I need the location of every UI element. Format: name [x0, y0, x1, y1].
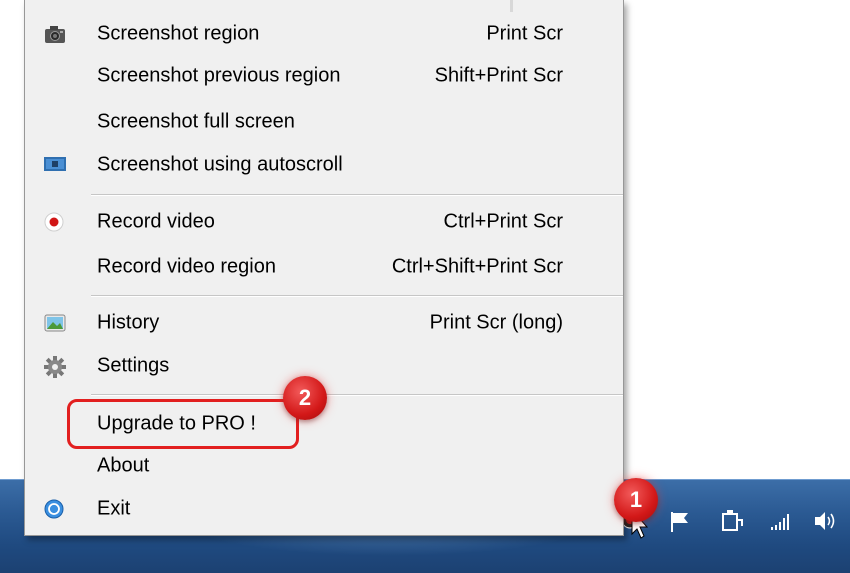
gear-icon [43, 355, 66, 378]
menu-item-shortcut: Shift+Print Scr [434, 64, 563, 87]
signal-icon[interactable] [770, 512, 796, 535]
flag-icon[interactable] [668, 510, 692, 537]
menu-item-record-video[interactable]: Record video Ctrl+Print Scr [25, 204, 625, 240]
exit-icon [43, 498, 65, 520]
menu-item-label: Screenshot full screen [97, 110, 295, 133]
menu-item-screenshot-previous-region[interactable]: Screenshot previous region Shift+Print S… [25, 58, 625, 94]
menu-item-screenshot-region[interactable]: Screenshot region Print Scr [25, 16, 625, 52]
menu-item-label: Screenshot using autoscroll [97, 153, 343, 176]
menu-item-label: Record video region [97, 255, 276, 278]
upgrade-highlight-box [67, 399, 299, 449]
window-edge-fragment [510, 0, 513, 12]
menu-item-screenshot-autoscroll[interactable]: Screenshot using autoscroll [25, 147, 625, 183]
annotation-badge-2: 2 [283, 376, 327, 420]
menu-separator [91, 295, 623, 297]
menu-item-label: Exit [97, 497, 131, 520]
menu-item-screenshot-full-screen[interactable]: Screenshot full screen [25, 104, 625, 140]
menu-item-exit[interactable]: Exit [25, 491, 625, 527]
autoscroll-icon [43, 154, 66, 176]
menu-item-label: Screenshot previous region [97, 64, 341, 87]
history-icon [43, 312, 66, 334]
menu-item-label: History [97, 311, 160, 334]
menu-item-history[interactable]: History Print Scr (long) [25, 305, 625, 341]
menu-item-label: Record video [97, 210, 215, 233]
menu-item-shortcut: Ctrl+Shift+Print Scr [391, 255, 563, 278]
tray-context-menu: Screenshot region Print Scr Screenshot p… [24, 0, 624, 536]
menu-separator [91, 394, 623, 396]
menu-item-record-video-region[interactable]: Record video region Ctrl+Shift+Print Scr [25, 249, 625, 285]
menu-item-shortcut: Ctrl+Print Scr [443, 210, 563, 233]
menu-item-shortcut: Print Scr (long) [429, 311, 563, 334]
record-icon [43, 211, 65, 233]
menu-item-shortcut: Print Scr [486, 22, 563, 45]
menu-item-about[interactable]: About [25, 448, 625, 484]
camera-icon [43, 23, 65, 45]
menu-item-label: Settings [97, 354, 170, 377]
menu-separator [91, 194, 623, 196]
power-icon[interactable] [720, 508, 744, 537]
menu-item-label: Screenshot region [97, 22, 260, 45]
annotation-badge-1: 1 [614, 478, 658, 522]
menu-item-label: About [97, 454, 150, 477]
volume-icon[interactable] [812, 509, 840, 536]
menu-item-settings[interactable]: Settings [25, 348, 625, 384]
